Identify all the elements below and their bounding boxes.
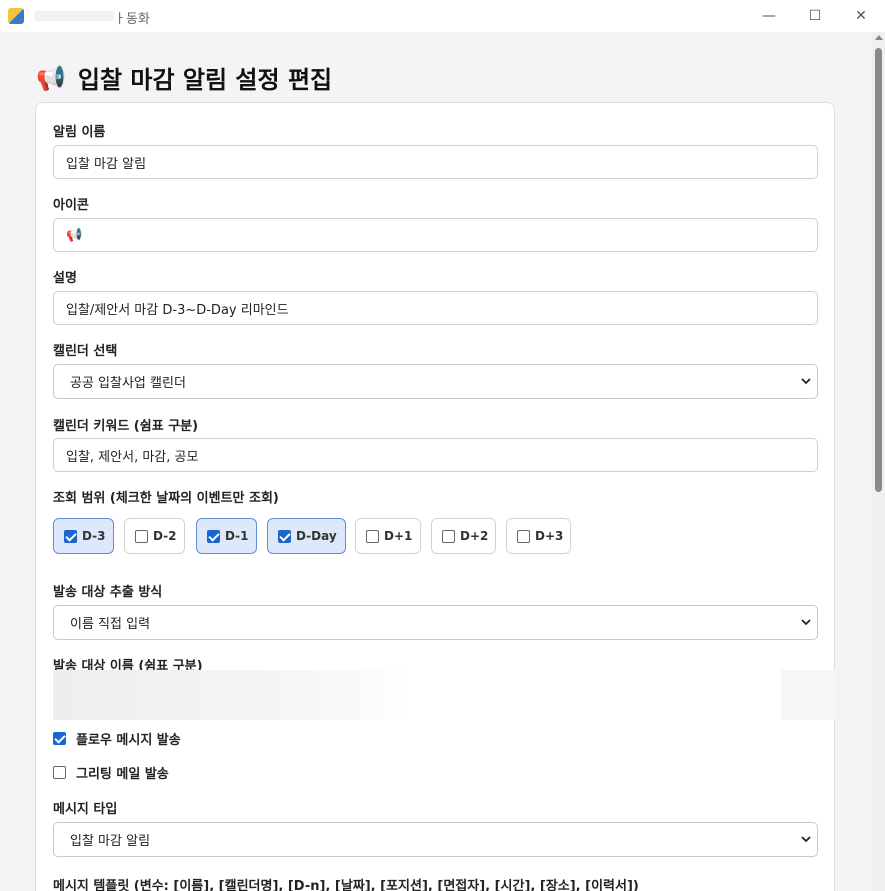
chevron-down-icon (801, 836, 811, 843)
range-chip-d+1[interactable]: D+1 (355, 518, 421, 554)
page-scrollbar[interactable] (872, 32, 885, 891)
page-heading: 📢 입찰 마감 알림 설정 편집 (36, 60, 332, 95)
range-checkbox-d+2[interactable] (442, 529, 455, 543)
target-method-value: 이름 직접 입력 (70, 617, 151, 632)
greeting-mail-option[interactable]: 그리팅 메일 발송 (53, 763, 169, 782)
range-chip-label: D-3 (82, 529, 106, 543)
greeting-mail-checkbox[interactable] (53, 766, 66, 779)
keywords-input[interactable]: 입찰, 제안서, 마감, 공모 (53, 438, 818, 472)
megaphone-icon: 📢 (36, 63, 66, 92)
name-input[interactable]: 입찰 마감 알림 (53, 145, 818, 179)
flow-message-checkbox[interactable] (53, 732, 66, 745)
page-content: 📢 입찰 마감 알림 설정 편집 알림 이름 입찰 마감 알림 아이콘 📢 설명… (0, 32, 872, 891)
target-names-input-redacted-end (781, 670, 835, 720)
keywords-label: 캘린더 키워드 (쉼표 구분) (53, 419, 199, 434)
range-checkbox-d-3[interactable] (64, 529, 77, 543)
message-type-value: 입찰 마감 알림 (70, 834, 151, 849)
icon-input[interactable]: 📢 (53, 218, 818, 252)
range-chip-label: D-Day (296, 529, 337, 543)
greeting-mail-label: 그리팅 메일 발송 (76, 767, 169, 782)
calendar-select[interactable]: 공공 입찰사업 캘린더 (53, 364, 818, 399)
flow-message-option[interactable]: 플로우 메시지 발송 (53, 729, 181, 748)
icon-label: 아이콘 (53, 198, 89, 213)
page-title: 입찰 마감 알림 설정 편집 (77, 66, 333, 94)
calendar-select-value: 공공 입찰사업 캘린더 (70, 376, 186, 391)
maximize-button[interactable]: ☐ (792, 0, 838, 32)
calendar-label: 캘린더 선택 (53, 344, 118, 359)
settings-form: 알림 이름 입찰 마감 알림 아이콘 📢 설명 입찰/제안서 마감 D-3~D-… (35, 102, 835, 891)
range-checkbox-d+1[interactable] (366, 529, 379, 543)
flow-message-label: 플로우 메시지 발송 (76, 733, 181, 748)
window-title: ㅏ동화 (114, 12, 150, 27)
target-method-label: 발송 대상 추출 방식 (53, 585, 163, 600)
description-input[interactable]: 입찰/제안서 마감 D-3~D-Day 리마인드 (53, 291, 818, 325)
scroll-up-icon[interactable] (875, 35, 883, 40)
title-bar: ㅏ동화 — ☐ ✕ (0, 0, 885, 32)
scrollbar-thumb[interactable] (875, 48, 882, 492)
range-chip-label: D-2 (153, 529, 177, 543)
range-chip-label: D+3 (535, 529, 564, 543)
range-chip-d-3[interactable]: D-3 (53, 518, 114, 554)
target-method-select[interactable]: 이름 직접 입력 (53, 605, 818, 640)
range-chip-label: D+1 (384, 529, 413, 543)
chevron-down-icon (801, 619, 811, 626)
range-checkbox-d-1[interactable] (207, 529, 220, 543)
chevron-down-icon (801, 378, 811, 385)
range-chip-d-2[interactable]: D-2 (124, 518, 185, 554)
range-checkbox-d+3[interactable] (517, 529, 530, 543)
range-checkbox-d-day[interactable] (278, 529, 291, 543)
target-names-input-redacted[interactable] (53, 670, 413, 720)
range-chip-d-1[interactable]: D-1 (196, 518, 257, 554)
range-label: 조회 범위 (체크한 날짜의 이벤트만 조회) (53, 491, 279, 506)
title-redacted (34, 11, 114, 21)
range-chip-label: D-1 (225, 529, 249, 543)
range-chip-d+3[interactable]: D+3 (506, 518, 571, 554)
minimize-button[interactable]: — (746, 0, 792, 32)
range-chip-d+2[interactable]: D+2 (431, 518, 496, 554)
close-button[interactable]: ✕ (838, 0, 884, 32)
name-label: 알림 이름 (53, 125, 106, 140)
template-label: 메시지 템플릿 (변수: [이름], [캘린더명], [D-n], [날짜], … (53, 879, 639, 891)
description-label: 설명 (53, 271, 77, 286)
message-type-label: 메시지 타입 (53, 802, 118, 817)
message-type-select[interactable]: 입찰 마감 알림 (53, 822, 818, 857)
range-checkbox-d-2[interactable] (135, 529, 148, 543)
app-icon (8, 8, 24, 24)
range-chip-d-day[interactable]: D-Day (267, 518, 346, 554)
range-chip-label: D+2 (460, 529, 489, 543)
